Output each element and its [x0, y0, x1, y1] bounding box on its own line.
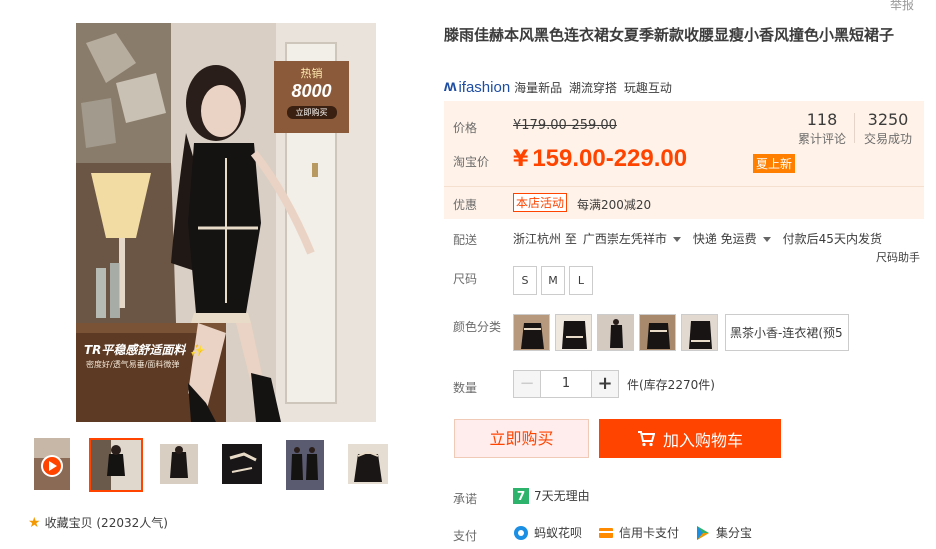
payment-method-label: 蚂蚁花呗 [534, 526, 583, 540]
color-swatch-5[interactable] [681, 314, 718, 351]
star-icon: ★ [28, 514, 41, 531]
main-product-image: 热销 8000 立即购买 TR平稳感舒适面料 ✨ 密度好/透气易垂/面料微弹 [76, 23, 376, 422]
ifashion-logo[interactable]: ʍ ifashion [444, 78, 510, 96]
shipping-row: 浙江杭州 至 广西崇左凭祥市 快递 免运费 付款后45天内发货 [513, 230, 882, 247]
promise-text[interactable]: 7天无理由 [534, 487, 590, 504]
thumbnail-strip [30, 438, 390, 493]
favorite-button[interactable]: ★ 收藏宝贝 (22032人气) [28, 514, 168, 531]
thumbnail-2[interactable] [160, 444, 198, 484]
thumbnail-4[interactable] [286, 440, 324, 490]
discount-label: 优惠 [453, 198, 478, 212]
thumbnail-5[interactable] [348, 444, 388, 484]
ship-to-select[interactable]: 广西崇左凭祥市 [583, 230, 681, 247]
add-to-cart-label: 加入购物车 [662, 430, 743, 450]
review-count-label: 累计评论 [798, 132, 847, 146]
jifenbao-icon [697, 525, 710, 540]
brand-tag: 玩趣互动 [623, 80, 672, 95]
stat-divider [854, 113, 855, 143]
ship-to: 广西崇左凭祥市 [582, 232, 667, 246]
promise-row: 7 7天无理由 [513, 487, 590, 504]
stock-text: 件(库存2270件) [627, 377, 715, 392]
favorite-label: 收藏宝贝 (22032人气) [44, 516, 168, 530]
color-option-text[interactable]: 黑茶小香-连衣裙(预5 [725, 314, 849, 351]
payment-method-label: 信用卡支付 [619, 526, 680, 540]
payment-label: 支付 [453, 529, 478, 543]
size-option-s[interactable]: S [513, 266, 537, 295]
shipping-label: 配送 [453, 233, 478, 247]
brand-tag: 海量新品 [514, 80, 563, 95]
ship-method-select[interactable]: 快递 免运费 [693, 230, 771, 247]
payment-credit-card[interactable]: 信用卡支付 [598, 524, 679, 541]
review-count-num: 118 [806, 110, 838, 129]
add-to-cart-button[interactable]: 加入购物车 [599, 419, 781, 458]
currency-symbol: ¥ [513, 147, 529, 172]
size-option-l[interactable]: L [569, 266, 593, 295]
color-swatch-1[interactable] [513, 314, 550, 351]
review-count[interactable]: 118 累计评论 [798, 110, 846, 147]
payment-method-label: 集分宝 [716, 526, 753, 540]
promise-label: 承诺 [453, 492, 478, 506]
size-label: 尺码 [453, 272, 478, 286]
quantity-stepper: − 1 + 件(库存2270件) [513, 370, 715, 398]
price-divider [444, 186, 924, 187]
ship-note: 付款后45天内发货 [782, 232, 882, 246]
color-label: 颜色分类 [453, 320, 502, 334]
summer-new-badge: 夏上新 [753, 154, 796, 173]
hot-sale-badge: 热销 8000 立即购买 [274, 61, 349, 133]
product-title: 滕雨佳赫本风黑色连衣裙女夏季新款收腰显瘦小香风撞色小黑短裙子 [444, 26, 895, 44]
size-helper-link[interactable]: 尺码助手 [876, 249, 920, 265]
payment-jifenbao[interactable]: 集分宝 [695, 524, 752, 541]
current-price-value: 159.00-229.00 [532, 145, 688, 172]
huabei-icon [514, 525, 528, 540]
current-price: ¥ 159.00-229.00 [513, 145, 687, 173]
quantity-input[interactable]: 1 [541, 370, 591, 398]
size-options: S M L [513, 266, 593, 295]
hot-sale-count: 8000 [291, 81, 332, 101]
quantity-increase-button[interactable]: + [591, 370, 619, 398]
chevron-down-icon [762, 237, 771, 242]
store-promo-text: 每满200减20 [577, 198, 652, 212]
store-promo-tag[interactable]: 本店活动 [513, 193, 568, 212]
color-swatch-2[interactable] [555, 314, 592, 351]
price-panel: 价格 ¥179.00-259.00 118 累计评论 3250 交易成功 淘宝价… [444, 101, 924, 219]
size-option-m[interactable]: M [541, 266, 565, 295]
ship-method: 快递 免运费 [692, 232, 757, 246]
credit-card-icon [599, 527, 614, 538]
taobao-price-label: 淘宝价 [453, 155, 490, 169]
report-link[interactable]: 举报 [890, 0, 914, 13]
payment-huabei[interactable]: 蚂蚁花呗 [513, 524, 582, 541]
color-swatch-4[interactable] [639, 314, 676, 351]
sales-count-num: 3250 [867, 110, 909, 129]
brand-row: ʍ ifashion 海量新品 潮流穿搭 玩趣互动 [444, 78, 675, 96]
brand-tag: 潮流穿搭 [569, 80, 618, 95]
buy-now-button[interactable]: 立即购买 [454, 419, 589, 458]
color-swatch-3[interactable] [597, 314, 634, 351]
brand-name: ifashion [458, 78, 511, 96]
ship-from: 浙江杭州 至 [513, 232, 577, 246]
brand-tags: 海量新品 潮流穿搭 玩趣互动 [514, 79, 675, 96]
quantity-label: 数量 [453, 381, 478, 395]
sales-count: 3250 交易成功 [864, 110, 912, 147]
sales-count-label: 交易成功 [864, 132, 913, 146]
price-label: 价格 [453, 121, 478, 135]
thumbnail-1[interactable] [89, 438, 143, 492]
chevron-down-icon [672, 237, 681, 242]
fabric-caption: TR平稳感舒适面料 ✨ [84, 343, 205, 357]
hot-sale-label: 热销 [300, 68, 323, 80]
ifashion-m-icon: ʍ [444, 78, 457, 95]
hot-sale-buy: 立即购买 [286, 106, 337, 119]
original-price: ¥179.00-259.00 [513, 118, 617, 133]
thumbnail-3[interactable] [222, 444, 262, 484]
quantity-decrease-button[interactable]: − [513, 370, 541, 398]
cart-icon [637, 430, 655, 446]
thumbnail-video[interactable] [34, 438, 70, 490]
payment-row: 蚂蚁花呗 信用卡支付 集分宝 [513, 524, 762, 541]
seven-day-icon: 7 [513, 487, 529, 504]
fabric-subcaption: 密度好/透气易垂/面料微弹 [86, 360, 180, 369]
color-options: 黑茶小香-连衣裙(预5 [513, 314, 849, 351]
